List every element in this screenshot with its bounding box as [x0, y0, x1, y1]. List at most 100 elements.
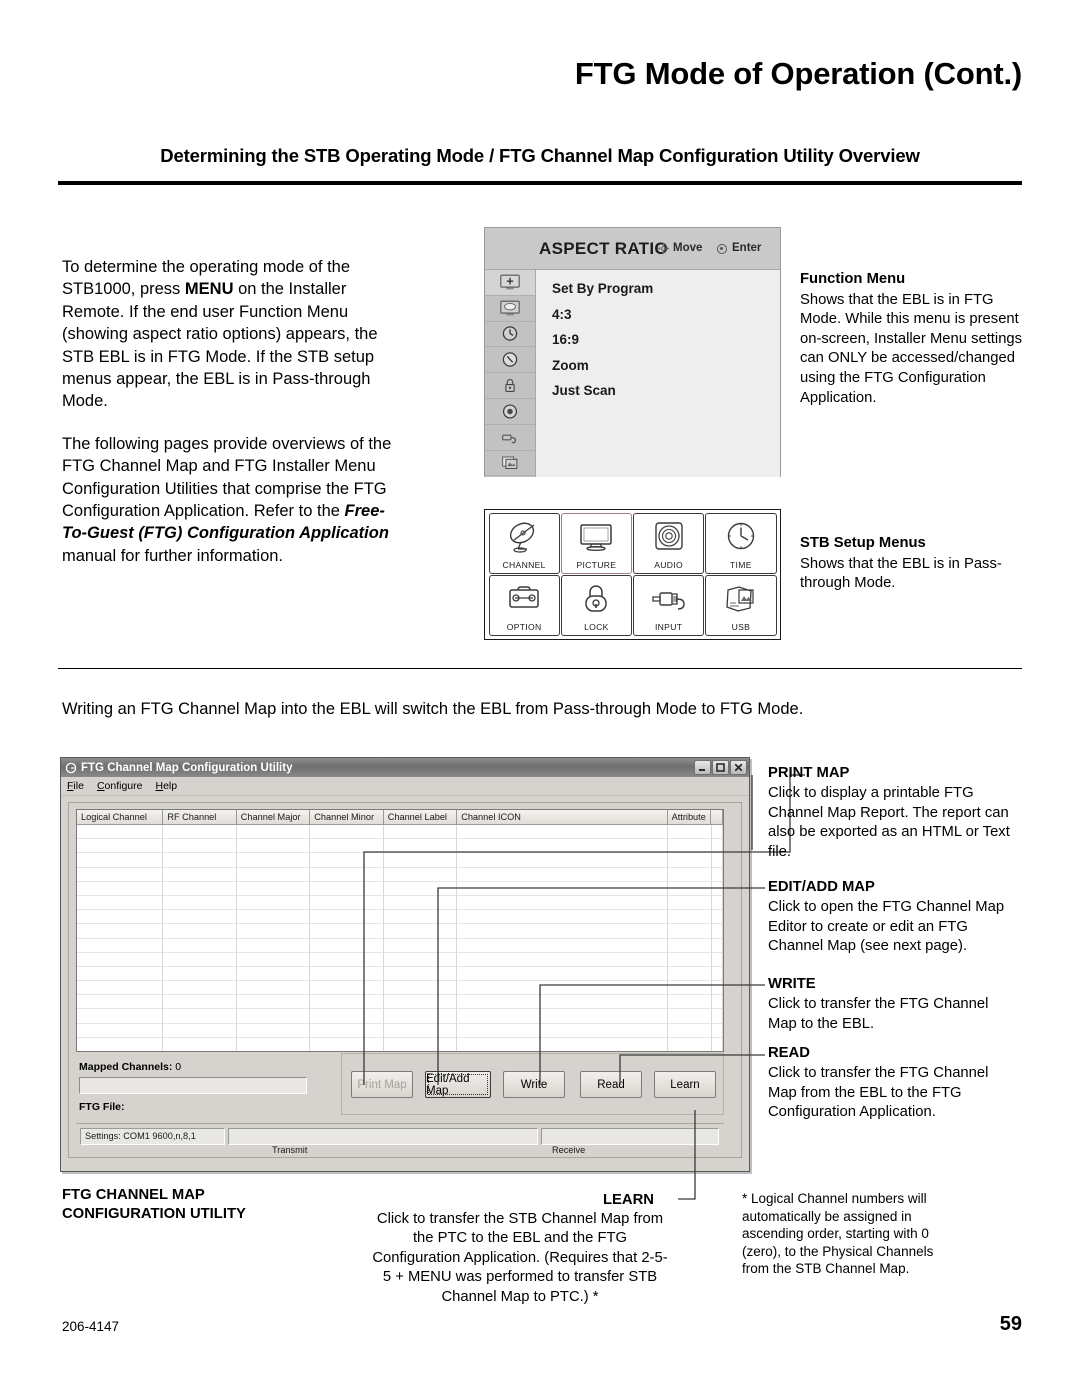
- table-cell[interactable]: [310, 924, 384, 939]
- table-cell[interactable]: [457, 1037, 669, 1051]
- table-cell[interactable]: [163, 853, 237, 868]
- grid-col-rf-channel[interactable]: RF Channel: [163, 810, 237, 825]
- table-row[interactable]: [77, 1023, 723, 1038]
- table-cell[interactable]: [711, 839, 723, 854]
- table-row[interactable]: [77, 910, 723, 925]
- table-row[interactable]: [77, 853, 723, 868]
- table-cell[interactable]: [711, 924, 723, 939]
- table-cell[interactable]: [457, 924, 669, 939]
- table-row[interactable]: [77, 952, 723, 967]
- table-cell[interactable]: [310, 853, 384, 868]
- grid-col-channel-major[interactable]: Channel Major: [236, 810, 311, 825]
- table-cell[interactable]: [310, 966, 384, 982]
- table-cell[interactable]: [236, 867, 311, 882]
- table-cell[interactable]: [236, 1009, 311, 1024]
- table-cell[interactable]: [310, 1037, 384, 1051]
- table-cell[interactable]: [77, 981, 164, 996]
- table-cell[interactable]: [457, 825, 669, 840]
- osd-option-4-3[interactable]: 4:3: [552, 302, 780, 328]
- table-cell[interactable]: [457, 995, 669, 1010]
- table-cell[interactable]: [77, 952, 164, 967]
- maximize-button[interactable]: [712, 760, 729, 775]
- table-cell[interactable]: [668, 924, 712, 939]
- table-cell[interactable]: [711, 1009, 723, 1024]
- minimize-button[interactable]: [694, 760, 711, 775]
- write-button[interactable]: Write: [503, 1071, 565, 1098]
- rail-item-picture-plus[interactable]: [485, 270, 535, 296]
- table-cell[interactable]: [383, 895, 458, 911]
- table-cell[interactable]: [457, 881, 669, 896]
- table-cell[interactable]: [457, 952, 669, 967]
- table-cell[interactable]: [711, 1023, 723, 1038]
- table-row[interactable]: [77, 995, 723, 1010]
- table-cell[interactable]: [668, 825, 712, 840]
- table-cell[interactable]: [77, 881, 164, 896]
- table-cell[interactable]: [163, 981, 237, 996]
- rail-item-audio-dial[interactable]: [485, 399, 535, 425]
- table-cell[interactable]: [163, 1023, 237, 1038]
- table-cell[interactable]: [163, 881, 237, 896]
- table-cell[interactable]: [383, 995, 458, 1010]
- rail-item-input-plug[interactable]: [485, 425, 535, 451]
- table-cell[interactable]: [163, 1037, 237, 1051]
- table-cell[interactable]: [668, 981, 712, 996]
- table-cell[interactable]: [668, 952, 712, 967]
- table-cell[interactable]: [77, 910, 164, 925]
- table-cell[interactable]: [383, 853, 458, 868]
- learn-button[interactable]: Learn: [654, 1071, 716, 1098]
- table-cell[interactable]: [711, 952, 723, 967]
- stb-menu-audio[interactable]: AUDIO: [633, 513, 705, 574]
- table-row[interactable]: [77, 867, 723, 882]
- stb-menu-input[interactable]: INPUT: [633, 575, 705, 636]
- table-cell[interactable]: [77, 867, 164, 882]
- table-cell[interactable]: [310, 938, 384, 953]
- table-row[interactable]: [77, 1037, 723, 1051]
- table-cell[interactable]: [163, 924, 237, 939]
- print-map-button[interactable]: Print Map: [351, 1071, 413, 1098]
- table-cell[interactable]: [711, 867, 723, 882]
- table-cell[interactable]: [236, 952, 311, 967]
- close-button[interactable]: [730, 760, 747, 775]
- table-cell[interactable]: [236, 853, 311, 868]
- table-cell[interactable]: [457, 895, 669, 911]
- table-cell[interactable]: [457, 1009, 669, 1024]
- table-cell[interactable]: [163, 1009, 237, 1024]
- table-cell[interactable]: [310, 867, 384, 882]
- osd-option-set-by-program[interactable]: Set By Program: [552, 276, 780, 302]
- table-cell[interactable]: [310, 910, 384, 925]
- table-row[interactable]: [77, 924, 723, 939]
- table-cell[interactable]: [668, 1037, 712, 1051]
- table-cell[interactable]: [711, 1037, 723, 1051]
- osd-option-16-9[interactable]: 16:9: [552, 327, 780, 353]
- osd-option-zoom[interactable]: Zoom: [552, 353, 780, 379]
- table-cell[interactable]: [711, 910, 723, 925]
- table-cell[interactable]: [236, 924, 311, 939]
- table-row[interactable]: [77, 966, 723, 982]
- table-row[interactable]: [77, 1009, 723, 1024]
- rail-item-clock[interactable]: [485, 347, 535, 374]
- table-cell[interactable]: [310, 839, 384, 854]
- table-cell[interactable]: [457, 867, 669, 882]
- table-cell[interactable]: [236, 966, 311, 982]
- table-row[interactable]: [77, 895, 723, 911]
- table-cell[interactable]: [383, 1009, 458, 1024]
- table-cell[interactable]: [457, 966, 669, 982]
- table-cell[interactable]: [77, 938, 164, 953]
- stb-menu-option[interactable]: OPTION: [488, 575, 560, 636]
- table-cell[interactable]: [163, 825, 237, 840]
- table-cell[interactable]: [383, 1023, 458, 1038]
- table-cell[interactable]: [310, 952, 384, 967]
- table-row[interactable]: [77, 938, 723, 953]
- table-cell[interactable]: [711, 881, 723, 896]
- table-cell[interactable]: [711, 825, 723, 840]
- stb-menu-time[interactable]: TIME: [705, 513, 777, 574]
- table-cell[interactable]: [668, 1023, 712, 1038]
- table-cell[interactable]: [236, 995, 311, 1010]
- table-cell[interactable]: [711, 981, 723, 996]
- channel-map-grid[interactable]: Logical Channel RF Channel Channel Major…: [76, 809, 724, 1052]
- table-cell[interactable]: [383, 910, 458, 925]
- stb-menu-usb[interactable]: USB: [705, 575, 777, 636]
- table-cell[interactable]: [236, 839, 311, 854]
- menu-item-configure[interactable]: Configure: [97, 780, 143, 792]
- table-cell[interactable]: [77, 1023, 164, 1038]
